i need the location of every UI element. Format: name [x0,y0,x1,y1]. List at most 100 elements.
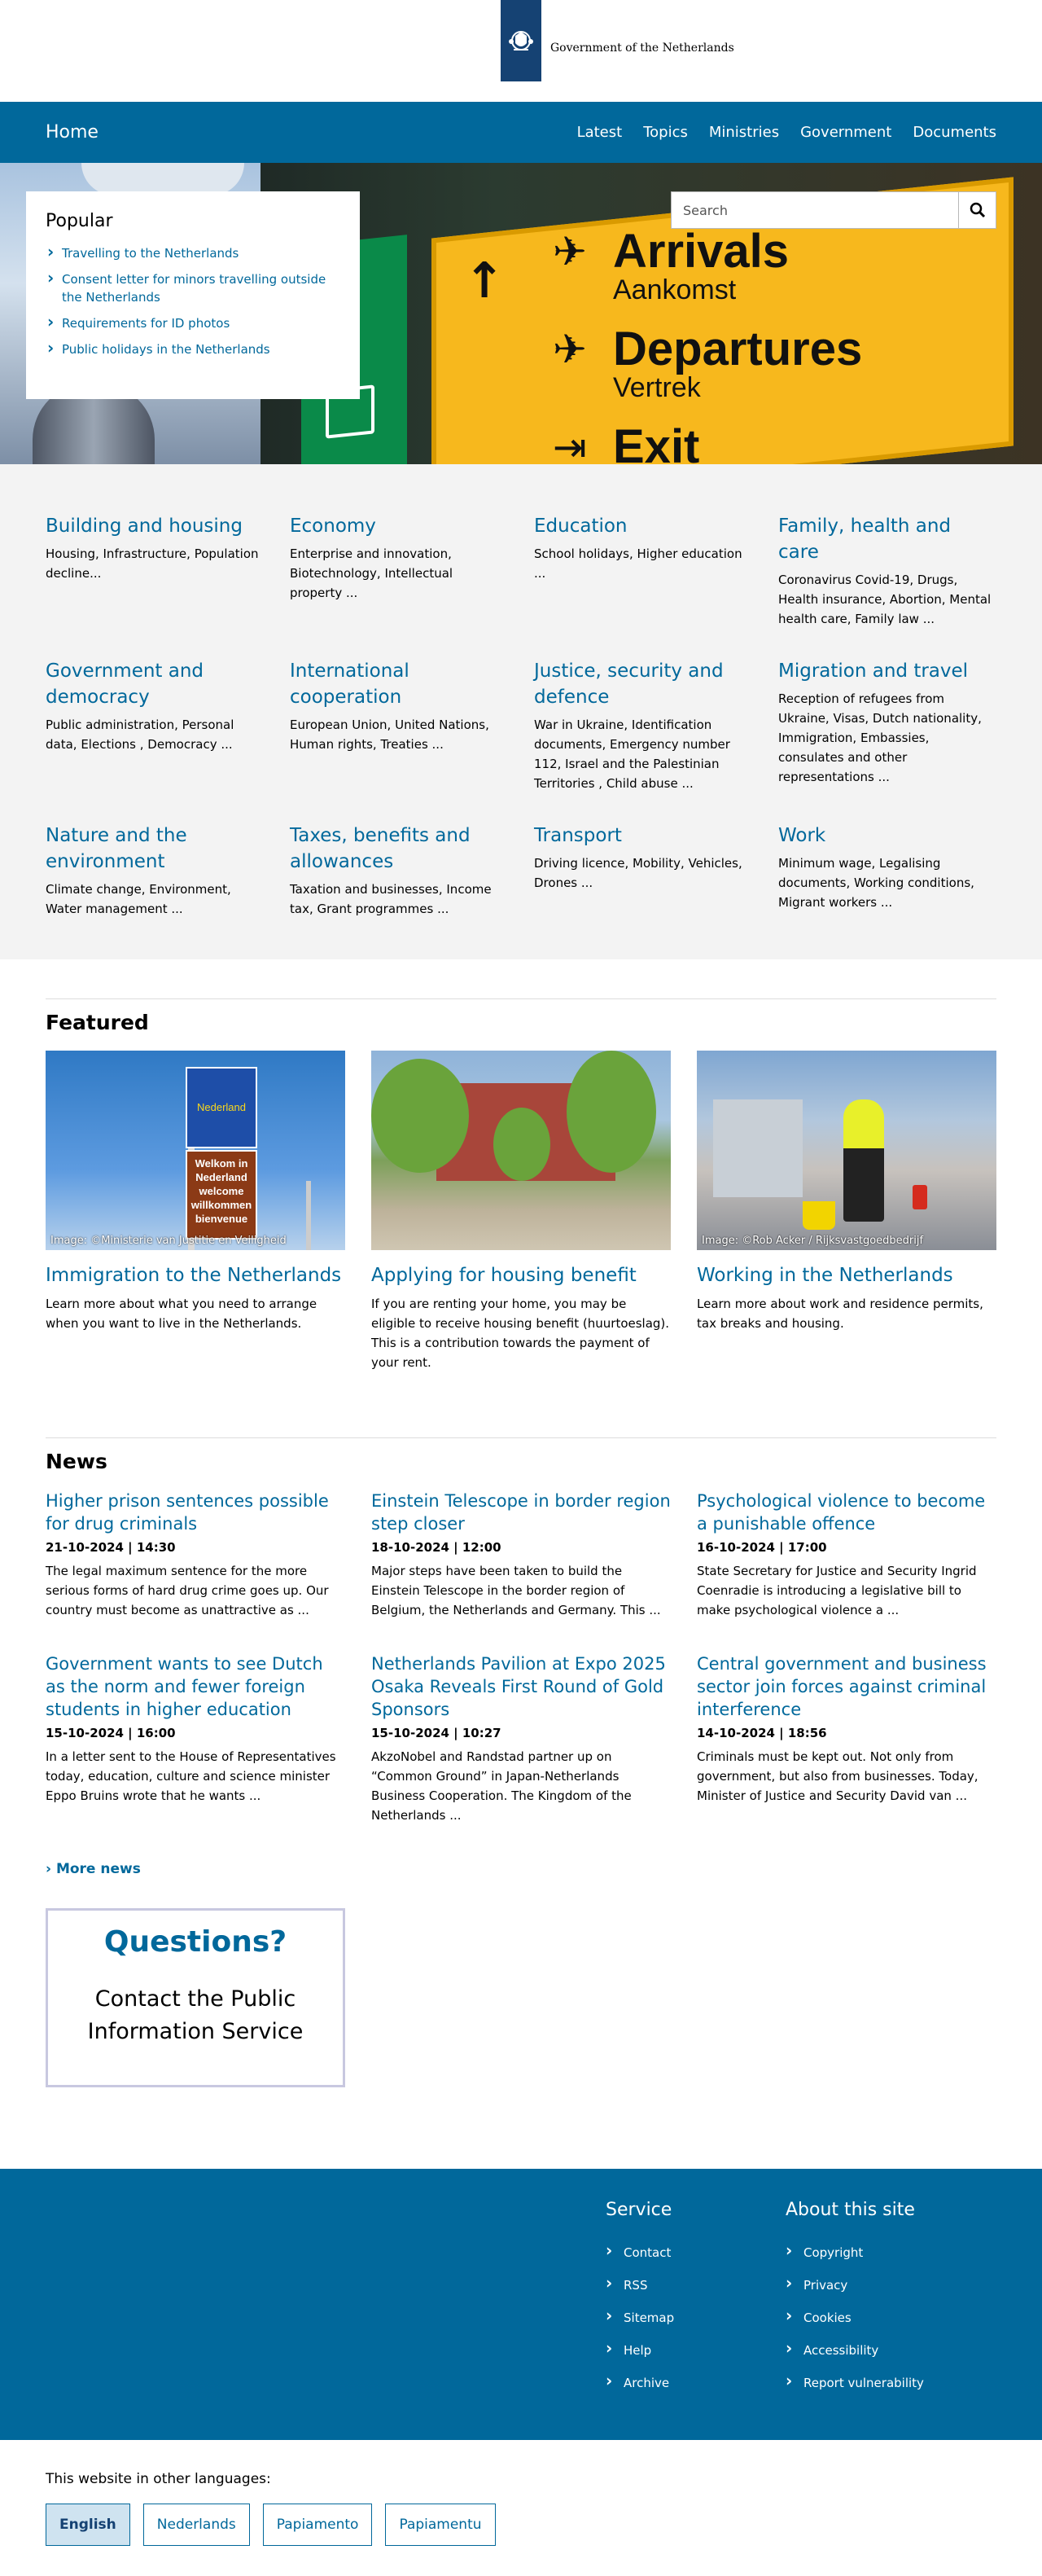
featured-title[interactable]: Applying for housing benefit [371,1263,671,1288]
divider [46,1437,996,1438]
featured-title[interactable]: Immigration to the Netherlands [46,1263,345,1288]
footer-link-copyright[interactable]: Copyright [786,2242,948,2261]
hero-sign-exit: ⇥ Exit [541,423,699,465]
search-box: Search [671,191,996,229]
news-title[interactable]: Government wants to see Dutch as the nor… [46,1652,345,1721]
search-button[interactable] [958,192,996,228]
image-caption: Image: ©Rob Acker / Rijksvastgoedbedrijf [702,1235,924,1247]
featured-image-worker[interactable]: Image: ©Rob Acker / Rijksvastgoedbedrijf [697,1051,996,1250]
news-title[interactable]: Einstein Telescope in border region step… [371,1490,671,1535]
topic-family-health: Family, health and care Coronavirus Covid… [778,513,996,629]
news-grid: Higher prison sentences possible for dru… [46,1490,996,1825]
news-item: Netherlands Pavilion at Expo 2025 Osaka … [371,1652,671,1825]
news-item: Government wants to see Dutch as the nor… [46,1652,345,1825]
footer-link-contact[interactable]: Contact [606,2242,748,2261]
footer-link-cookies[interactable]: Cookies [786,2307,948,2326]
popular-link[interactable]: Consent letter for minors travelling out… [46,269,340,306]
popular-list: Travelling to the Netherlands Consent le… [46,243,340,358]
popular-link[interactable]: Travelling to the Netherlands [46,243,340,262]
hero-sign-arrivals: ✈ Arrivals Aankomst [541,228,789,305]
news-item: Higher prison sentences possible for dru… [46,1490,345,1620]
topic-economy: Economy Enterprise and innovation, Biotec… [290,513,508,629]
news-title[interactable]: Central government and business sector j… [697,1652,996,1721]
topic-taxes-benefits: Taxes, benefits and allowances Taxation a… [290,823,508,919]
language-label: This website in other languages: [46,2471,271,2487]
popular-link[interactable]: Public holidays in the Netherlands [46,339,340,358]
topic-title[interactable]: Education [534,513,752,539]
news-title[interactable]: Higher prison sentences possible for dru… [46,1490,345,1535]
news-date: 15-10-2024 | 10:27 [371,1726,501,1740]
lang-papiamento-button[interactable]: Papiamento [262,2504,373,2546]
questions-text: Contact the Public Information Service [87,1986,304,2044]
featured-card: Applying for housing benefit If you are … [371,1051,671,1372]
topic-title[interactable]: Taxes, benefits and allowances [290,823,508,875]
nav-home[interactable]: Home [46,122,99,143]
hero-tower-top [81,163,244,195]
topic-title[interactable]: International cooperation [290,658,508,710]
nav-item-government[interactable]: Government [800,124,891,141]
news-desc: The legal maximum sentence for the more … [46,1564,329,1617]
lang-nederlands-button[interactable]: Nederlands [142,2504,250,2546]
news-section: News Higher prison sentences possible fo… [0,1372,1042,2087]
featured-title[interactable]: Working in the Netherlands [697,1263,996,1288]
featured-image-housing[interactable] [371,1051,671,1250]
topic-desc: Minimum wage, Legalising documents, Work… [778,856,974,910]
topic-desc: Public administration, Personal data, El… [46,718,234,752]
news-title[interactable]: Psychological violence to become a punis… [697,1490,996,1535]
search-input[interactable]: Search [672,192,958,228]
footer-service: Service Contact RSS Sitemap Help Archive [606,2200,748,2407]
footer-link-report-vulnerability[interactable]: Report vulnerability [786,2372,948,2391]
topic-title[interactable]: Family, health and care [778,513,996,565]
topics-section: Building and housing Housing, Infrastruct… [0,464,1042,959]
topic-title[interactable]: Migration and travel [778,658,996,684]
topic-title[interactable]: Building and housing [46,513,264,539]
topic-desc: European Union, United Nations, Human ri… [290,718,489,752]
nav-item-ministries[interactable]: Ministries [709,124,779,141]
nav-item-latest[interactable]: Latest [577,124,623,141]
topic-title[interactable]: Economy [290,513,508,539]
questions-title: Questions? [103,1925,287,1959]
featured-desc: If you are renting your home, you may be… [371,1297,670,1370]
lang-english-button[interactable]: English [46,2504,130,2546]
footer-link-privacy[interactable]: Privacy [786,2275,948,2293]
arrow-up-icon: ↑ [464,252,506,309]
topic-title[interactable]: Justice, security and defence [534,658,752,710]
government-logo[interactable] [501,0,541,81]
topic-title[interactable]: Government and democracy [46,658,264,710]
featured-desc: Learn more about what you need to arrang… [46,1297,317,1331]
lang-papiamentu-button[interactable]: Papiamentu [385,2504,496,2546]
news-title[interactable]: Netherlands Pavilion at Expo 2025 Osaka … [371,1652,671,1721]
featured-image-border-sign[interactable]: Nederland Welkom in Nederland welcome wi… [46,1051,345,1250]
more-news-link[interactable]: › More news [46,1861,141,1877]
topic-desc: Reception of refugees from Ukraine, Visa… [778,691,982,784]
topic-desc: War in Ukraine, Identification documents… [534,718,730,791]
footer-link-sitemap[interactable]: Sitemap [606,2307,748,2326]
news-desc: State Secretary for Justice and Security… [697,1564,977,1617]
topic-title[interactable]: Transport [534,823,752,849]
footer-link-rss[interactable]: RSS [606,2275,748,2293]
featured-heading: Featured [46,1011,149,1034]
featured-card: Nederland Welkom in Nederland welcome wi… [46,1051,345,1372]
nav-item-documents[interactable]: Documents [913,124,996,141]
footer-link-accessibility[interactable]: Accessibility [786,2340,948,2359]
news-date: 21-10-2024 | 14:30 [46,1540,176,1555]
topic-title[interactable]: Nature and the environment [46,823,264,875]
logo-text: Government of the Netherlands [550,42,734,55]
footer-heading: About this site [786,2200,915,2220]
topic-desc: School holidays, Higher education ... [534,546,742,581]
hero-banner: ↑ ✈ Arrivals Aankomst ✈ Departures Vertr… [0,163,1042,464]
footer-link-archive[interactable]: Archive [606,2372,748,2391]
topic-government-democracy: Government and democracy Public administr… [46,658,264,793]
topic-transport: Transport Driving licence, Mobility, Vehi… [534,823,752,919]
nav-item-topics[interactable]: Topics [643,124,688,141]
topic-title[interactable]: Work [778,823,996,849]
questions-box[interactable]: Questions? Contact the Public Informatio… [46,1908,345,2087]
featured-desc: Learn more about work and residence perm… [697,1297,983,1331]
divider [46,998,996,999]
hero-sign-departures: ✈ Departures Vertrek [541,326,862,403]
footer-link-help[interactable]: Help [606,2340,748,2359]
topics-grid: Building and housing Housing, Infrastruct… [46,513,996,919]
popular-link[interactable]: Requirements for ID photos [46,313,340,332]
topic-desc: Taxation and businesses, Income tax, Gra… [290,882,492,916]
footer-about: About this site Copyright Privacy Cookie… [786,2200,948,2407]
